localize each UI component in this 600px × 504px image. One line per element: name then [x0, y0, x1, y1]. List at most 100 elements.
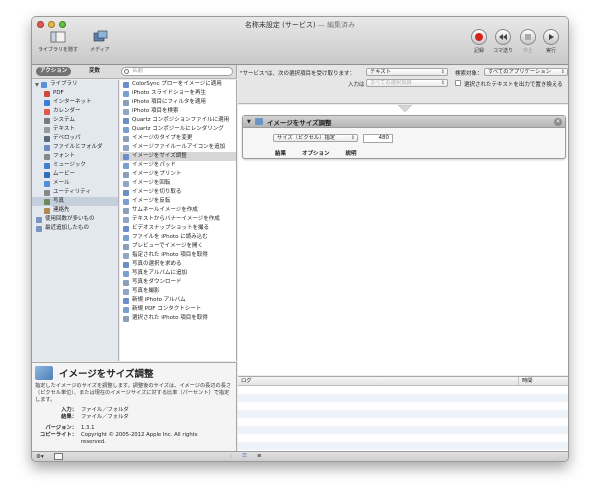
step-button[interactable]: コマ送り [493, 29, 513, 54]
sidebar-item-category[interactable]: フォント [32, 152, 118, 161]
copyright-info-value: Copyright © 2005-2012 Apple Inc. All rig… [81, 432, 198, 445]
bottom-bar: ⚙▾ ⁞ ☰ ≡ [32, 451, 568, 461]
receives-value: テキスト [370, 69, 392, 75]
category-icon [44, 162, 50, 169]
gear-icon[interactable]: ⚙▾ [36, 454, 44, 460]
action-list-item[interactable]: 写真の選択を求める [120, 260, 236, 269]
tab-description[interactable]: 説明 [346, 149, 357, 157]
sidebar-item-category[interactable]: 連絡先 [32, 206, 118, 215]
workflow-action-resize[interactable]: ▼ イメージをサイズ調整 × サイズ（ピクセル）指定 ⇕ 480 結果 オプショ… [242, 115, 566, 159]
automator-window: 名称未設定 (サービス) — 編集済み ライブラリを隠す メディア 記録 コマ送… [31, 16, 569, 462]
sidebar-item-category[interactable]: 写真 [32, 197, 118, 206]
sidebar-item-category[interactable]: インターネット [32, 98, 118, 107]
sidebar-item-category[interactable]: 最近追加したもの [32, 224, 118, 233]
action-list-item[interactable]: テキストからバナーイメージを作成 [120, 215, 236, 224]
sidebar-item-category[interactable]: テキスト [32, 125, 118, 134]
action-list-item[interactable]: Quartz コンポジールにレンダリング [120, 125, 236, 134]
action-list-item[interactable]: 新規 PDF コンタクトシート [120, 305, 236, 314]
action-label: ファイルを iPhoto に読み込む [132, 234, 208, 240]
action-list-item[interactable]: ファイルを iPhoto に読み込む [120, 233, 236, 242]
action-list-item[interactable]: イメージを切り取る [120, 188, 236, 197]
action-list-item[interactable]: iPhoto 項目を検索 [120, 107, 236, 116]
action-list-item[interactable]: ColorSync プローをイメージに適用 [120, 80, 236, 89]
log-column-header[interactable]: ログ [241, 377, 252, 385]
action-list-item[interactable]: 写真をダウンロード [120, 278, 236, 287]
splitter-handle[interactable]: ⁞ [230, 454, 232, 460]
sidebar-item-category[interactable]: PDF [32, 89, 118, 98]
search-icon [124, 69, 129, 74]
stop-button[interactable]: 中止 [520, 29, 536, 54]
action-list-item[interactable]: イメージを反転 [120, 197, 236, 206]
sidebar-item-category[interactable]: ユーティリティ [32, 188, 118, 197]
sidebar-item-category[interactable]: カレンダー [32, 107, 118, 116]
hide-library-button[interactable]: ライブラリを隠す [38, 30, 78, 53]
input-info-value: ファイル／フォルダ [81, 407, 129, 413]
action-list-item[interactable]: イメージのタイプを変更 [120, 134, 236, 143]
input-dropdown[interactable]: すべての選択項目 ⇕ [366, 79, 448, 87]
action-list-item[interactable]: サムネールイメージを作成 [120, 206, 236, 215]
action-list-item[interactable]: Quartz コンポジションファイルに適用 [120, 116, 236, 125]
action-list-item[interactable]: ビデオスナップショットを撮る [120, 224, 236, 233]
target-dropdown[interactable]: すべてのアプリケーション ⇕ [484, 68, 568, 76]
search-input[interactable]: 名前 [121, 67, 233, 76]
disclosure-triangle-icon[interactable]: ▼ [247, 119, 251, 125]
sidebar-item-category[interactable]: システム [32, 116, 118, 125]
sidebar-item-category[interactable]: メール [32, 179, 118, 188]
action-list-item[interactable]: イメージをサイズ調整 [120, 152, 236, 161]
disclosure-triangle-icon[interactable] [35, 82, 39, 87]
sidebar-item-category[interactable]: ムービー [32, 170, 118, 179]
size-input[interactable]: 480 [363, 134, 393, 143]
action-list-item[interactable]: iPhoto スライドショーを再生 [120, 89, 236, 98]
show-description-icon[interactable] [54, 453, 63, 460]
sidebar-item-category[interactable]: デベロッパ [32, 134, 118, 143]
service-settings-bar: "サービス"は、次の選択項目を受け取ります： テキスト ⇕ 検索対象： すべての… [238, 65, 568, 104]
record-button[interactable]: 記録 [471, 29, 487, 54]
action-list-item[interactable]: iPhoto 項目にフィルタを適用 [120, 98, 236, 107]
action-label: 新規 iPhoto アルバム [132, 297, 186, 303]
version-info: バージョン： 1.3.1 [35, 425, 233, 432]
action-list-item[interactable]: イメージをパッド [120, 161, 236, 170]
receives-dropdown[interactable]: テキスト ⇕ [366, 68, 448, 76]
sidebar-item-category[interactable]: 使用回数が多いもの [32, 215, 118, 224]
action-list-item[interactable]: 選択された iPhoto 項目を取得 [120, 314, 236, 323]
description-pane: イメージをサイズ調整 指定したイメージのサイズを調整します。調整後のサイズは、イ… [32, 362, 237, 451]
time-column-header[interactable]: 時間 [518, 377, 533, 385]
action-list-item[interactable]: 指定された iPhoto 項目を取得 [120, 251, 236, 260]
action-label: イメージを切り取る [132, 189, 182, 195]
sidebar-item-category[interactable]: ミュージック [32, 161, 118, 170]
result-info: 結果： ファイル／フォルダ [35, 414, 233, 421]
action-list-item[interactable]: イメージファイルールアイコンを追加 [120, 143, 236, 152]
sidebar-item-category[interactable]: ライブラリ [32, 80, 118, 89]
log-view-icon[interactable]: ≡ [257, 453, 262, 459]
tab-results[interactable]: 結果 [275, 149, 286, 157]
resize-mode-dropdown[interactable]: サイズ（ピクセル）指定 ⇕ [273, 134, 358, 142]
media-button[interactable]: メディア [90, 30, 110, 53]
action-label: iPhoto スライドショーを再生 [132, 90, 206, 96]
action-icon [123, 297, 129, 304]
action-icon [123, 207, 129, 214]
action-list-item[interactable]: 写真を撮影 [120, 287, 236, 296]
action-list-item[interactable]: プレビューでイメージを開く [120, 242, 236, 251]
list-view-icon[interactable]: ☰ [242, 453, 247, 459]
action-list-item[interactable]: 新規 iPhoto アルバム [120, 296, 236, 305]
replace-text-checkbox[interactable] [455, 80, 461, 86]
category-icon [44, 189, 50, 196]
stop-label: 中止 [522, 48, 533, 54]
tab-options[interactable]: オプション [302, 149, 330, 157]
category-icon [44, 117, 50, 124]
media-icon [93, 30, 108, 42]
action-list-item[interactable]: イメージをプリント [120, 170, 236, 179]
run-button[interactable]: 実行 [543, 29, 559, 54]
action-icon [123, 261, 129, 268]
action-list-item[interactable]: イメージを回転 [120, 179, 236, 188]
remove-action-icon[interactable]: × [554, 118, 562, 126]
tab-variables[interactable]: 変数 [85, 67, 104, 76]
action-list-item[interactable]: 写真をアルバムに追加 [120, 269, 236, 278]
tab-actions[interactable]: アクション [36, 67, 72, 76]
action-label: 写真をダウンロード [132, 279, 182, 285]
resize-mode-value: サイズ（ピクセル）指定 [277, 135, 336, 141]
sidebar-item-category[interactable]: ファイルとフォルダ [32, 143, 118, 152]
category-label: ミュージック [53, 162, 86, 168]
action-icon [123, 216, 129, 223]
action-label: 指定された iPhoto 項目を取得 [132, 252, 208, 258]
